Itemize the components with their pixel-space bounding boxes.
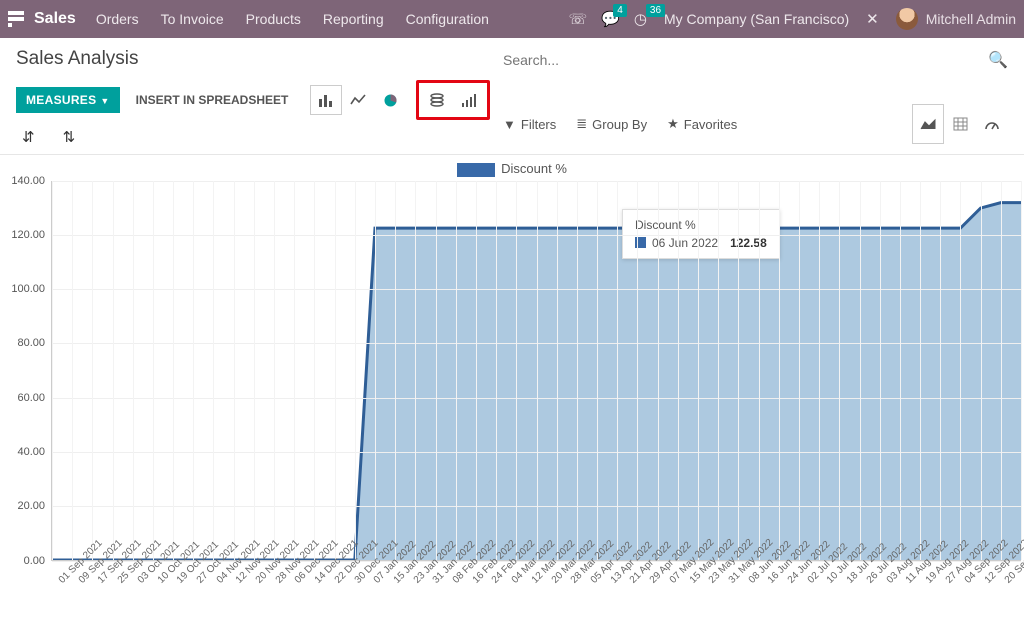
legend-label: Discount %: [501, 161, 567, 176]
tooltip-series: Discount %: [635, 218, 767, 232]
x-axis: 01 Sep 202109 Sep 202117 Sep 202125 Sep …: [51, 561, 1021, 572]
y-axis: 0.0020.0040.0060.0080.00100.00120.00140.…: [3, 181, 51, 561]
chart-tooltip: Discount % 06 Jun 2022 122.58: [622, 209, 780, 259]
search-icon[interactable]: 🔍: [988, 50, 1008, 70]
x-tick: 01 Sep 2021: [57, 564, 79, 586]
measures-button[interactable]: MEASURES▼: [16, 87, 120, 113]
legend-swatch: [457, 163, 495, 177]
y-tick: 140.00: [11, 175, 45, 187]
favorites-button[interactable]: ★Favorites: [667, 116, 737, 132]
search-input[interactable]: [503, 48, 988, 72]
y-tick: 60.00: [17, 392, 45, 404]
sort-asc-icon[interactable]: ⇅: [63, 128, 76, 146]
y-tick: 40.00: [17, 446, 45, 458]
brand[interactable]: Sales: [34, 10, 76, 28]
y-tick: 20.00: [17, 500, 45, 512]
plot-area: Discount % 06 Jun 2022 122.58: [51, 181, 1021, 561]
tooltip-date: 06 Jun 2022: [652, 236, 718, 250]
nav-to-invoice[interactable]: To Invoice: [161, 11, 224, 27]
view-chart[interactable]: [912, 104, 944, 144]
insert-spreadsheet-button[interactable]: INSERT IN SPREADSHEET: [126, 87, 299, 113]
nav-orders[interactable]: Orders: [96, 11, 139, 27]
groupby-icon: ≣: [576, 116, 587, 132]
bar-chart-icon[interactable]: [310, 85, 342, 115]
pie-chart-icon[interactable]: [374, 85, 406, 115]
filter-icon: ▼: [503, 117, 516, 132]
y-tick: 80.00: [17, 337, 45, 349]
nav-reporting[interactable]: Reporting: [323, 11, 384, 27]
y-tick: 120.00: [11, 229, 45, 241]
timer-badge: 36: [646, 4, 665, 17]
filters-button[interactable]: ▼Filters: [503, 117, 556, 132]
chart-legend: Discount %: [3, 159, 1021, 181]
control-bar: Sales Analysis MEASURES▼ INSERT IN SPREA…: [0, 38, 1024, 146]
line-chart-icon[interactable]: [342, 85, 374, 115]
tools-icon[interactable]: ✕: [866, 10, 879, 28]
timer-icon[interactable]: ◷36: [634, 10, 647, 28]
groupby-button[interactable]: ≣Group By: [576, 116, 647, 132]
user-menu[interactable]: Mitchell Admin: [896, 8, 1016, 30]
company-selector[interactable]: My Company (San Francisco): [664, 11, 849, 27]
avatar: [896, 8, 918, 30]
sort-desc-icon[interactable]: ⇵: [22, 128, 35, 146]
top-nav: Sales Orders To Invoice Products Reporti…: [0, 0, 1024, 38]
view-pivot[interactable]: [944, 104, 976, 144]
phone-icon[interactable]: ☏: [568, 10, 587, 28]
chat-badge: 4: [613, 4, 627, 17]
page-title: Sales Analysis: [16, 48, 503, 70]
nav-products[interactable]: Products: [246, 11, 301, 27]
user-name: Mitchell Admin: [926, 11, 1016, 27]
stacked-icon[interactable]: [421, 85, 453, 115]
chart-container: Discount % 0.00 20.00 40.00 60.00 80.00 100.0…: [0, 155, 1024, 572]
highlighted-options: [416, 80, 490, 120]
tooltip-value: 122.58: [730, 236, 767, 250]
view-dashboard[interactable]: [976, 104, 1008, 144]
y-tick: 0.00: [24, 555, 45, 567]
ascending-bars-icon[interactable]: [453, 85, 485, 115]
y-tick: 100.00: [11, 283, 45, 295]
star-icon: ★: [667, 116, 679, 132]
chat-icon[interactable]: 💬4: [601, 10, 620, 28]
apps-icon[interactable]: [8, 11, 24, 27]
nav-configuration[interactable]: Configuration: [406, 11, 489, 27]
